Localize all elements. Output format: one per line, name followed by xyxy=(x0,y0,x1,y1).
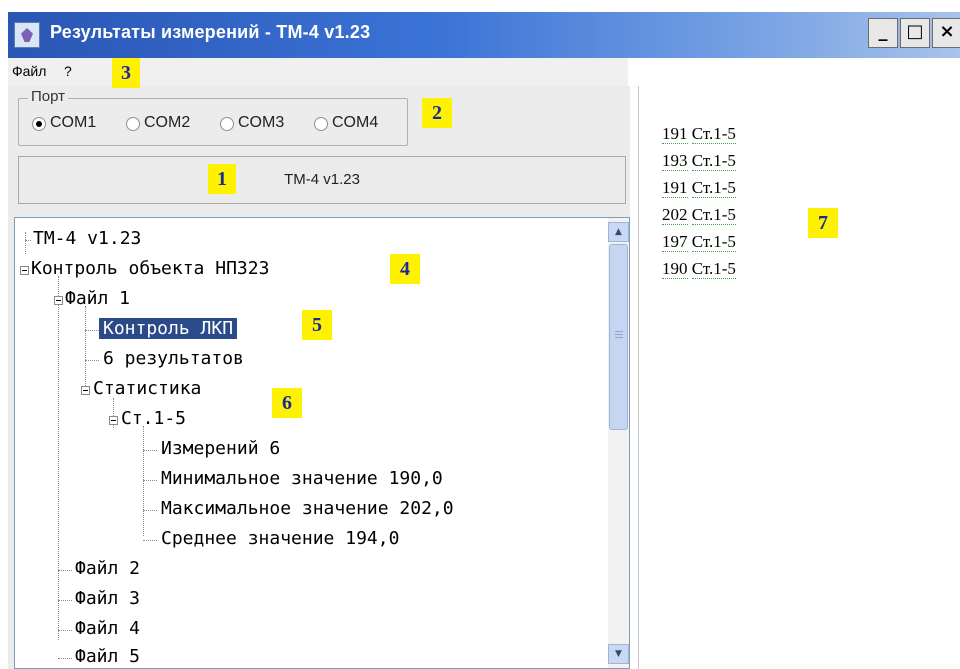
result-value: 191 xyxy=(662,178,688,198)
result-label: Ст.1-5 xyxy=(691,124,736,144)
tree-node-file-2[interactable]: Файл 2 xyxy=(75,558,140,579)
menu-file[interactable]: Файл xyxy=(12,63,46,79)
result-line: 191 Ст.1-5 xyxy=(662,124,736,144)
radio-com4[interactable] xyxy=(314,117,328,131)
tree-node-min-value[interactable]: Минимальное значение 190,0 xyxy=(161,468,443,489)
tree-line xyxy=(25,232,26,254)
tree-node-results-count[interactable]: 6 результатов xyxy=(103,348,244,369)
tree-node-device[interactable]: ТМ-4 v1.23 xyxy=(33,228,141,249)
radio-com2-label[interactable]: COM2 xyxy=(144,114,190,132)
scroll-up-arrow-icon[interactable]: ▲ xyxy=(608,222,629,242)
tree-line xyxy=(25,240,31,241)
tree-node-measurements[interactable]: Измерений 6 xyxy=(161,438,280,459)
app-icon[interactable] xyxy=(14,22,40,48)
tree-node-object[interactable]: Контроль объекта НПЗ23 xyxy=(31,258,269,279)
result-value: 202 xyxy=(662,205,688,225)
result-line: 202 Ст.1-5 xyxy=(662,205,736,225)
result-value: 193 xyxy=(662,151,688,171)
result-label: Ст.1-5 xyxy=(691,151,736,171)
callout-badge-4: 4 xyxy=(390,254,420,284)
radio-com4-label[interactable]: COM4 xyxy=(332,114,378,132)
tree-node-max-value[interactable]: Максимальное значение 202,0 xyxy=(161,498,454,519)
tree-line xyxy=(143,540,157,541)
port-legend: Порт xyxy=(28,88,69,105)
tree-node-selected-control[interactable]: Контроль ЛКП xyxy=(97,317,239,340)
menu-help[interactable]: ? xyxy=(64,63,72,79)
device-status-panel: ТМ-4 v1.23 xyxy=(18,156,626,204)
tree-line xyxy=(143,426,144,536)
scroll-grip-icon xyxy=(615,331,623,332)
result-label: Ст.1-5 xyxy=(691,232,736,252)
callout-badge-1: 1 xyxy=(208,164,236,194)
device-status-text: ТМ-4 v1.23 xyxy=(284,171,360,188)
result-value: 191 xyxy=(662,124,688,144)
tree-node-file-5[interactable]: Файл 5 xyxy=(75,646,140,667)
tree-line xyxy=(85,306,86,386)
results-pane xyxy=(638,86,960,669)
result-value: 197 xyxy=(662,232,688,252)
result-line: 191 Ст.1-5 xyxy=(662,178,736,198)
result-line: 193 Ст.1-5 xyxy=(662,151,736,171)
result-line: 190 Ст.1-5 xyxy=(662,259,736,279)
radio-com3[interactable] xyxy=(220,117,234,131)
tree-node-statistics[interactable]: Статистика xyxy=(93,378,201,399)
results-tree[interactable]: ТМ-4 v1.23 Контроль объекта НПЗ23 Файл 1… xyxy=(14,217,630,669)
tree-line xyxy=(58,570,72,571)
result-line: 197 Ст.1-5 xyxy=(662,232,736,252)
tree-line xyxy=(58,630,72,631)
tree-line xyxy=(58,276,59,640)
radio-com2[interactable] xyxy=(126,117,140,131)
minimize-button[interactable]: _ xyxy=(868,18,898,48)
tree-line xyxy=(143,480,157,481)
collapse-toggle-icon[interactable] xyxy=(109,416,118,425)
tree-line xyxy=(143,510,157,511)
result-label: Ст.1-5 xyxy=(691,205,736,225)
tree-line xyxy=(143,450,157,451)
callout-badge-3: 3 xyxy=(112,58,140,88)
radio-com1[interactable] xyxy=(32,117,46,131)
collapse-toggle-icon[interactable] xyxy=(81,386,90,395)
tree-scrollbar[interactable]: ▲ ▼ xyxy=(608,218,629,668)
tree-line xyxy=(85,360,99,361)
maximize-button[interactable]: □ xyxy=(900,18,930,48)
tree-node-st-1-5[interactable]: Ст.1-5 xyxy=(121,408,186,429)
tree-node-file-4[interactable]: Файл 4 xyxy=(75,618,140,639)
collapse-toggle-icon[interactable] xyxy=(54,296,63,305)
menu-bar: Файл ? xyxy=(8,58,628,86)
callout-badge-6: 6 xyxy=(272,388,302,418)
window-title: Результаты измерений - ТМ-4 v1.23 xyxy=(50,22,371,42)
collapse-toggle-icon[interactable] xyxy=(20,266,29,275)
tree-node-file-3[interactable]: Файл 3 xyxy=(75,588,140,609)
tree-node-avg-value[interactable]: Среднее значение 194,0 xyxy=(161,528,399,549)
tree-line xyxy=(58,658,72,659)
radio-com1-label[interactable]: COM1 xyxy=(50,114,96,132)
scroll-thumb[interactable] xyxy=(609,244,628,430)
radio-com3-label[interactable]: COM3 xyxy=(238,114,284,132)
close-button[interactable]: × xyxy=(932,18,960,48)
tree-node-file-1[interactable]: Файл 1 xyxy=(65,288,130,309)
scroll-down-arrow-icon[interactable]: ▼ xyxy=(608,644,629,664)
callout-badge-5: 5 xyxy=(302,310,332,340)
tree-line xyxy=(58,600,72,601)
result-label: Ст.1-5 xyxy=(691,259,736,279)
callout-badge-7: 7 xyxy=(808,208,838,238)
result-value: 190 xyxy=(662,259,688,279)
tree-line xyxy=(85,330,99,331)
result-label: Ст.1-5 xyxy=(691,178,736,198)
callout-badge-2: 2 xyxy=(422,98,452,128)
